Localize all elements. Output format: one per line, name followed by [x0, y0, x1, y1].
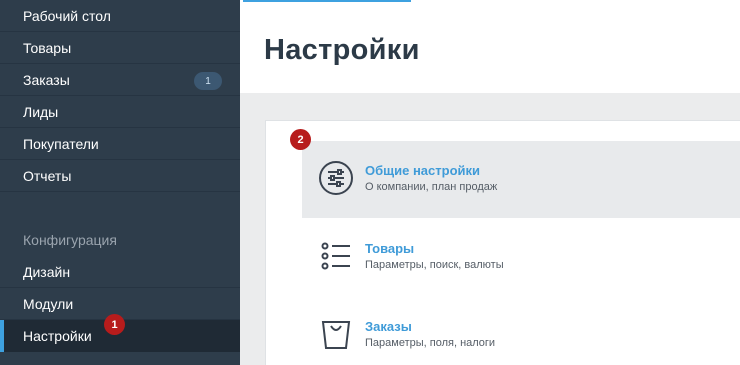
sidebar-item-label: Дизайн — [23, 263, 71, 280]
step-marker-1: 1 — [104, 314, 125, 335]
sidebar-item-label: Модули — [23, 295, 74, 312]
top-accent-strip — [243, 0, 411, 2]
sidebar: Рабочий стол Товары Заказы 1 Лиды Покупа… — [0, 0, 240, 365]
sidebar-item-label: Настройки — [23, 328, 92, 344]
sidebar-item-design[interactable]: Дизайн — [0, 256, 240, 288]
step-marker-2: 2 — [290, 129, 311, 150]
shopping-bag-icon — [318, 316, 354, 352]
sidebar-item-reports[interactable]: Отчеты — [0, 160, 240, 192]
sidebar-item-label: Отчеты — [23, 167, 72, 184]
sidebar-item-leads[interactable]: Лиды — [0, 96, 240, 128]
sidebar-item-products[interactable]: Товары — [0, 32, 240, 64]
sidebar-item-dashboard[interactable]: Рабочий стол — [0, 0, 240, 32]
page-title: Настройки — [264, 34, 420, 66]
settings-row-subtitle: Параметры, поиск, валюты — [365, 259, 504, 271]
settings-row-general[interactable]: Общие настройки О компании, план продаж — [302, 141, 740, 218]
sidebar-item-label: Заказы — [23, 71, 70, 88]
settings-row-products[interactable]: Товары Параметры, поиск, валюты — [302, 219, 740, 296]
sidebar-item-label: Лиды — [23, 103, 59, 120]
sidebar-section-configuration: Конфигурация — [23, 232, 117, 248]
settings-row-title[interactable]: Заказы — [365, 319, 412, 334]
settings-row-title[interactable]: Общие настройки — [365, 163, 480, 178]
app-root: Рабочий стол Товары Заказы 1 Лиды Покупа… — [0, 0, 740, 365]
sidebar-item-orders[interactable]: Заказы 1 — [0, 64, 240, 96]
sidebar-item-label: Рабочий стол — [23, 7, 111, 24]
sliders-icon — [318, 160, 354, 196]
settings-row-title[interactable]: Товары — [365, 241, 414, 256]
sidebar-item-label: Товары — [23, 39, 72, 56]
settings-row-subtitle: Параметры, поля, налоги — [365, 337, 496, 349]
settings-row-orders[interactable]: Заказы Параметры, поля, налоги — [302, 297, 740, 365]
list-icon — [318, 238, 354, 274]
sidebar-item-label: Покупатели — [23, 135, 99, 152]
orders-count-badge: 1 — [194, 72, 222, 90]
sidebar-item-customers[interactable]: Покупатели — [0, 128, 240, 160]
settings-row-subtitle: О компании, план продаж — [365, 181, 498, 193]
